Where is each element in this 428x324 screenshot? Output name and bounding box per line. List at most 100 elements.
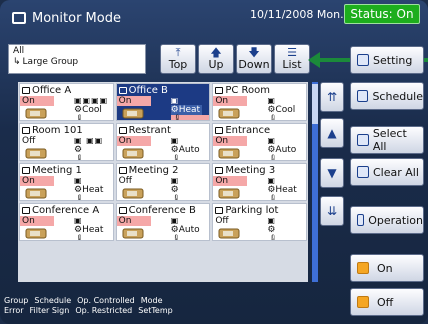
mode-icon: ⚙ — [267, 105, 276, 115]
scroll-down-button[interactable]: ▼ — [320, 158, 344, 188]
unit-tile[interactable]: Meeting 3On▣⚙Heat🌡21.0˚C — [212, 163, 307, 201]
select-all-button[interactable]: Select All — [350, 126, 424, 154]
unit-mode: Cool — [82, 105, 102, 115]
group-icon — [118, 167, 127, 174]
unit-equipment-icon — [218, 188, 240, 199]
mode-icon: ⚙ — [267, 145, 276, 155]
unit-tile[interactable]: PC RoomOn▣⚙Cool🌡26.0˚C — [212, 83, 307, 121]
unit-tile[interactable]: EntranceOn▣⚙Auto🌡24.0˚C — [212, 123, 307, 161]
unit-status-icons: ▣ — [267, 216, 276, 225]
legend-op-restricted: Op. Restricted — [75, 306, 133, 315]
thermometer-icon: 🌡 — [74, 195, 86, 201]
unit-tile[interactable]: Parking lot Off ▣ ⚙ 🌡 — [212, 203, 307, 241]
top-button[interactable]: ⤒ Top — [160, 44, 196, 74]
mode-icon: ⚙ — [74, 105, 83, 115]
unit-name: Meeting 1 — [32, 165, 82, 176]
unit-status-icons: ▣ — [170, 136, 180, 145]
unit-name: Meeting 2 — [128, 165, 179, 176]
unit-tile[interactable]: Conference BOn▣⚙Auto🌡22.0˚C — [115, 203, 211, 241]
unit-name: PC Room — [225, 85, 270, 96]
down-button[interactable]: 🡇 Down — [236, 44, 272, 74]
off-button[interactable]: Off — [350, 288, 424, 316]
up-button[interactable]: 🡅 Up — [198, 44, 234, 74]
on-button[interactable]: On — [350, 254, 424, 282]
group-icon — [22, 87, 30, 94]
off-label: Off — [377, 295, 394, 309]
unit-name: Entrance — [225, 125, 271, 136]
select-all-icon — [357, 134, 369, 146]
mode-icon: ⚙ — [170, 105, 179, 115]
scroll-up-button[interactable]: ▲ — [320, 118, 344, 148]
group-icon — [215, 207, 224, 214]
unit-mode: Heat — [178, 105, 201, 115]
legend-schedule: Schedule — [34, 296, 72, 305]
thermometer-icon: 🌡 — [74, 235, 86, 241]
group-icon — [118, 87, 127, 94]
thermometer-icon: 🌡 — [74, 155, 86, 161]
legend-filter-sign: Filter Sign — [29, 306, 70, 315]
schedule-icon — [357, 90, 369, 102]
list-button[interactable]: ☰ List — [274, 44, 310, 74]
unit-status-icons: ▣ — [267, 176, 276, 185]
legend-op-controlled: Op. Controlled — [77, 296, 135, 305]
clear-all-button[interactable]: Clear All — [350, 158, 424, 186]
setting-icon — [357, 54, 369, 66]
mode-icon: ⚙ — [170, 185, 179, 195]
clear-all-label: Clear All — [373, 165, 419, 179]
unit-name: Room 101 — [32, 125, 83, 136]
legend-error: Error — [4, 306, 24, 315]
clear-all-icon — [357, 166, 369, 178]
setting-label: Setting — [373, 53, 413, 67]
legend-mode: Mode — [140, 296, 163, 305]
operation-icon — [357, 214, 365, 226]
unit-name: Meeting 3 — [225, 165, 276, 176]
schedule-button[interactable]: Schedule — [350, 82, 424, 110]
unit-tile[interactable]: Room 101 Off ▣ ▣▣ ⚙ 🌡 — [19, 123, 114, 161]
unit-status-icons: ▣ — [170, 176, 180, 185]
thermometer-icon: 🌡 — [170, 155, 183, 161]
unit-tile[interactable]: Office BOn▣⚙Heat🌡21.0˚C — [115, 83, 211, 121]
unit-equipment-icon — [218, 108, 240, 119]
unit-grid: Office AOn▣▣▣▣⚙Cool🌡21.5˚COffice BOn▣⚙He… — [18, 82, 308, 282]
mode-icon: ⚙ — [74, 145, 83, 155]
unit-equipment-icon — [25, 108, 47, 119]
unit-equipment-icon — [122, 108, 144, 119]
operation-button[interactable]: Operation — [350, 206, 424, 234]
unit-state: Off — [215, 216, 229, 226]
down-triangle-icon: ▼ — [327, 166, 337, 180]
unit-state: On — [213, 136, 248, 146]
double-down-icon: ⇊ — [326, 204, 338, 218]
thermometer-icon: 🌡 — [170, 195, 183, 201]
list-label: List — [282, 58, 302, 71]
unit-mode: Auto — [178, 145, 200, 155]
status-badge[interactable]: Status: On — [344, 4, 420, 24]
unit-tile[interactable]: RestrantOn▣⚙Auto🌡24.0˚C — [115, 123, 211, 161]
up-label: Up — [208, 58, 224, 71]
mode-icon: ⚙ — [267, 225, 276, 235]
legend-settemp: SetTemp — [138, 306, 173, 315]
unit-tile[interactable]: Meeting 2 Off ▣ ⚙ 🌡 — [115, 163, 211, 201]
unit-name: Conference B — [128, 205, 196, 216]
unit-status-icons: ▣ — [170, 216, 180, 225]
scroll-top-button[interactable]: ⇈ — [320, 82, 344, 112]
mode-icon: ⚙ — [267, 185, 276, 195]
unit-status-icons: ▣ — [267, 96, 276, 105]
setting-button[interactable]: Setting — [350, 46, 424, 74]
group-level-all: All — [13, 46, 25, 56]
group-icon — [215, 167, 224, 174]
unit-state: On — [20, 96, 54, 106]
unit-tile[interactable]: Office AOn▣▣▣▣⚙Cool🌡21.5˚C — [19, 83, 114, 121]
unit-name: Office B — [128, 85, 168, 96]
unit-equipment-icon — [25, 228, 47, 239]
scrollbar-thumb[interactable] — [312, 84, 318, 124]
unit-tile[interactable]: Conference AOn▣⚙Heat🌡21.5˚C — [19, 203, 114, 241]
down-label: Down — [238, 58, 270, 71]
group-breadcrumb[interactable]: All ↳ Large Group — [8, 44, 146, 74]
unit-tile[interactable]: Meeting 1On▣⚙Heat🌡21.5˚C — [19, 163, 114, 201]
group-icon — [22, 207, 30, 214]
unit-equipment-icon — [122, 148, 144, 159]
on-label: On — [377, 261, 393, 275]
unit-status-icons: ▣ — [74, 216, 83, 225]
scroll-bottom-button[interactable]: ⇊ — [320, 196, 344, 226]
scrollbar[interactable] — [312, 82, 318, 282]
